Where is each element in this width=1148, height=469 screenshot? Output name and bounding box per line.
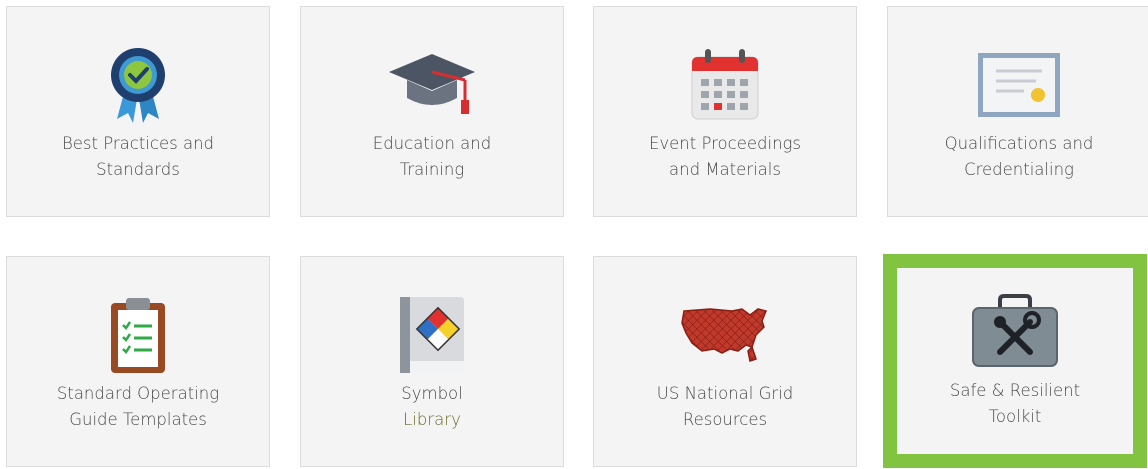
tile-label: Education and Training xyxy=(372,134,492,179)
toolbox-icon xyxy=(970,292,1060,372)
graduation-cap-icon xyxy=(387,45,477,125)
tile-label: Standard Operating Guide Templates xyxy=(56,384,220,429)
tile-education[interactable]: Education and Training xyxy=(300,6,564,217)
award-ribbon-icon xyxy=(93,45,183,125)
certificate-icon xyxy=(974,45,1064,125)
tile-qualifications[interactable]: Qualifications and Credentialing xyxy=(887,6,1148,217)
tile-label: Qualifications and Credentialing xyxy=(944,134,1094,179)
us-map-grid-icon xyxy=(680,295,770,375)
tile-label: US National Grid Resources xyxy=(656,384,794,429)
tile-best-practices[interactable]: Best Practices and Standards xyxy=(6,6,270,217)
tile-label: Best Practices and Standards xyxy=(61,134,215,179)
tile-label: Event Proceedings and Materials xyxy=(648,134,802,179)
tile-toolkit[interactable]: Safe & Resilient Toolkit xyxy=(883,254,1147,468)
calendar-icon xyxy=(680,45,770,125)
tile-us-grid[interactable]: US National Grid Resources xyxy=(593,256,857,467)
tile-symbol-library[interactable]: Symbol Library xyxy=(300,256,564,467)
symbol-book-icon xyxy=(387,295,477,375)
clipboard-checklist-icon xyxy=(93,295,183,375)
tile-sog-templates[interactable]: Standard Operating Guide Templates xyxy=(6,256,270,467)
tile-label: Safe & Resilient Toolkit xyxy=(949,381,1081,426)
tile-events[interactable]: Event Proceedings and Materials xyxy=(593,6,857,217)
tile-label: Symbol Library xyxy=(401,384,463,429)
